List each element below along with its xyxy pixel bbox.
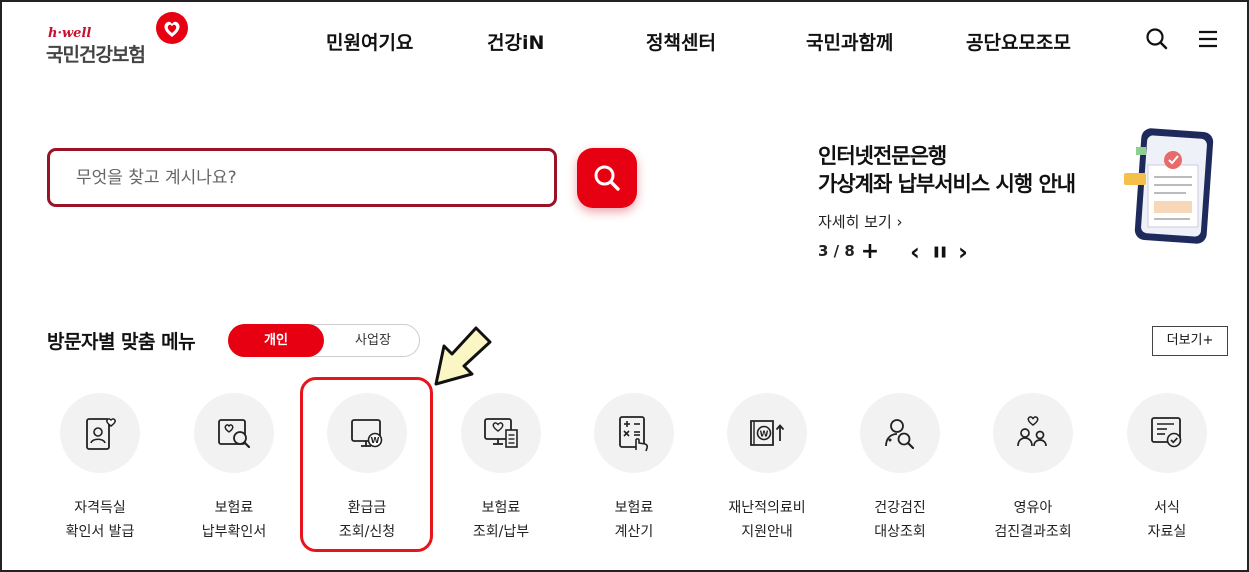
svg-text:W: W xyxy=(760,430,769,439)
search-icon[interactable] xyxy=(1144,26,1170,52)
pointer-arrow-icon xyxy=(434,326,492,386)
slide-pause-button[interactable]: ❚❚ xyxy=(929,240,949,264)
svg-text:W: W xyxy=(371,436,380,445)
slide-next-button[interactable]: › xyxy=(953,240,973,264)
heart-logo-icon xyxy=(156,12,188,44)
mobile-bill-illustration xyxy=(1124,128,1214,244)
toggle-business[interactable]: 사업장 xyxy=(329,325,417,356)
menu-item-label: 자격득실 확인서 발급 xyxy=(65,500,135,540)
nav-item-with-people[interactable]: 국민과함께 xyxy=(806,28,893,55)
more-button[interactable]: 더보기+ xyxy=(1152,326,1228,356)
promo-title-line1: 인터넷전문은행 xyxy=(818,144,947,168)
menu-item-premium-payment[interactable]: 보험료 조회/납부 xyxy=(434,393,568,553)
menu-item-label: 건강검진 대상조회 xyxy=(874,500,926,540)
won-support-icon: W xyxy=(750,420,785,446)
search-button[interactable] xyxy=(577,148,637,208)
form-check-icon xyxy=(1151,417,1182,448)
hamburger-menu-icon[interactable] xyxy=(1195,26,1221,52)
visitor-type-toggle[interactable]: 개인 사업장 xyxy=(228,324,420,357)
promo-detail-link[interactable]: 자세히 보기 › xyxy=(818,211,903,232)
menu-item-health-checkup[interactable]: 건강검진 대상조회 xyxy=(833,393,967,553)
menu-item-label: 보험료 납부확인서 xyxy=(201,500,267,540)
slide-plus-button[interactable]: + xyxy=(860,240,880,264)
menu-item-label: 영유아 검진결과조회 xyxy=(994,500,1072,540)
document-search-icon xyxy=(218,419,251,449)
menu-item-qualification[interactable]: 자격득실 확인서 발급 xyxy=(33,393,167,553)
menu-item-disaster-medical[interactable]: W 재난적의료비 지원안내 xyxy=(700,393,834,553)
menu-item-label: 보험료 조회/납부 xyxy=(472,500,530,540)
toggle-personal[interactable]: 개인 xyxy=(228,324,324,357)
nav-item-health-in[interactable]: 건강iN xyxy=(487,28,544,55)
search-box[interactable] xyxy=(47,148,557,207)
site-logo[interactable]: h·well 국민건강보험 xyxy=(46,12,196,66)
slide-counter: 3 / 8 xyxy=(818,242,855,260)
menu-item-label: 보험료 계산기 xyxy=(614,500,654,540)
menu-item-payment-certificate[interactable]: 보험료 납부확인서 xyxy=(167,393,301,553)
family-heart-icon xyxy=(1017,416,1047,447)
nav-item-civil[interactable]: 민원여기요 xyxy=(326,28,413,55)
menu-item-forms[interactable]: 서식 자료실 xyxy=(1100,393,1234,553)
slide-prev-button[interactable]: ‹ xyxy=(905,240,925,264)
menu-item-infant-checkup[interactable]: 영유아 검진결과조회 xyxy=(966,393,1100,553)
search-icon xyxy=(594,165,620,191)
calculator-hand-icon xyxy=(619,416,648,452)
person-search-icon xyxy=(885,419,915,450)
nav-item-policy[interactable]: 정책센터 xyxy=(646,28,716,55)
promo-title: 인터넷전문은행 가상계좌 납부서비스 시행 안내 xyxy=(818,142,1076,198)
section-title: 방문자별 맞춤 메뉴 xyxy=(47,331,196,353)
monitor-receipt-icon xyxy=(484,418,518,448)
logo-subtitle: h·well xyxy=(48,26,92,41)
monitor-won-icon: W xyxy=(351,419,383,448)
promo-title-line2: 가상계좌 납부서비스 시행 안내 xyxy=(818,172,1076,196)
search-input[interactable] xyxy=(76,163,516,193)
menu-item-refund[interactable]: W 환급금 조회/신청 xyxy=(300,393,434,553)
logo-title: 국민건강보험 xyxy=(46,44,146,66)
menu-item-label: 서식 자료실 xyxy=(1147,500,1187,540)
menu-item-label: 환급금 조회/신청 xyxy=(338,500,396,540)
id-card-heart-icon xyxy=(86,418,116,450)
menu-item-label: 재난적의료비 지원안내 xyxy=(728,500,806,540)
menu-item-calculator[interactable]: 보험료 계산기 xyxy=(567,393,701,553)
nav-item-about[interactable]: 공단요모조모 xyxy=(966,28,1071,55)
